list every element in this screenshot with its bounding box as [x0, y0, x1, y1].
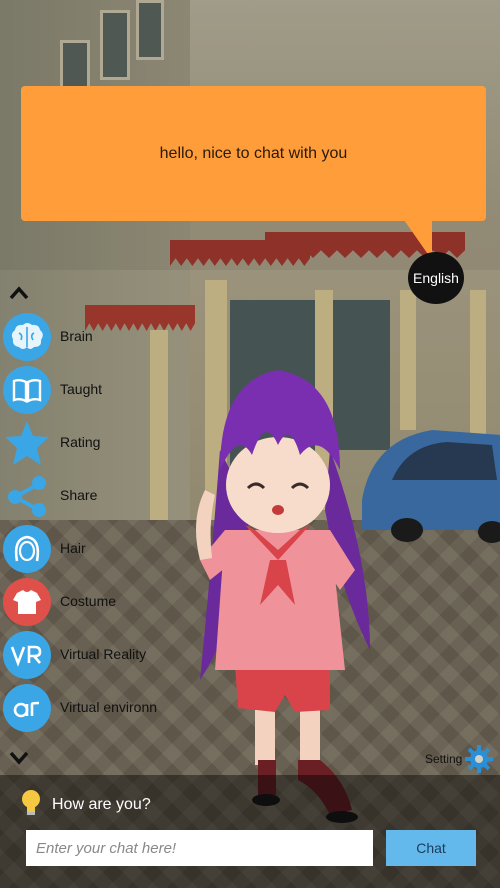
sidebar-item-label: Costume	[60, 593, 117, 609]
sidebar-item-label: Virtual environn	[60, 699, 158, 715]
hair-icon	[3, 525, 51, 573]
sidebar-item-taught[interactable]: Taught	[0, 366, 200, 416]
language-label: English	[413, 270, 459, 286]
chat-send-button[interactable]: Chat	[386, 830, 476, 866]
lightbulb-icon	[22, 790, 40, 815]
star-icon	[3, 419, 51, 467]
sidebar-item-hair[interactable]: Hair	[0, 525, 200, 575]
vr-icon	[3, 631, 51, 679]
sidebar-item-label: Hair	[60, 540, 86, 556]
scroll-up-icon[interactable]	[8, 285, 30, 301]
language-button[interactable]: English	[408, 252, 464, 304]
sidebar-item-costume[interactable]: Costume	[0, 578, 200, 628]
speech-text: hello, nice to chat with you	[159, 144, 348, 162]
sidebar-item-label: Taught	[60, 381, 103, 397]
scroll-down-icon[interactable]	[8, 750, 30, 766]
sidebar-item-label: Virtual Reality	[60, 646, 147, 662]
gear-icon[interactable]	[464, 744, 494, 774]
sidebar-item-virtual-environment[interactable]: Virtual environn	[0, 684, 200, 734]
sidebar-item-label: Share	[60, 487, 98, 503]
setting-label: Setting	[425, 752, 463, 766]
book-icon	[3, 366, 51, 414]
tshirt-icon	[3, 578, 51, 626]
sidebar-item-virtual-reality[interactable]: Virtual Reality	[0, 631, 200, 681]
ar-icon	[3, 684, 51, 732]
chat-input[interactable]	[26, 830, 373, 866]
sidebar-item-label: Brain	[60, 328, 93, 344]
sidebar-item-rating[interactable]: Rating	[0, 419, 200, 469]
sidebar-item-label: Rating	[60, 434, 101, 450]
suggested-reply[interactable]: How are you?	[52, 796, 151, 814]
sidebar-item-brain[interactable]: Brain	[0, 313, 200, 363]
sidebar-item-share[interactable]: Share	[0, 472, 200, 522]
share-icon	[3, 472, 51, 520]
brain-icon	[3, 313, 51, 361]
anime-character	[196, 370, 370, 823]
speech-bubble: hello, nice to chat with you	[21, 86, 486, 221]
